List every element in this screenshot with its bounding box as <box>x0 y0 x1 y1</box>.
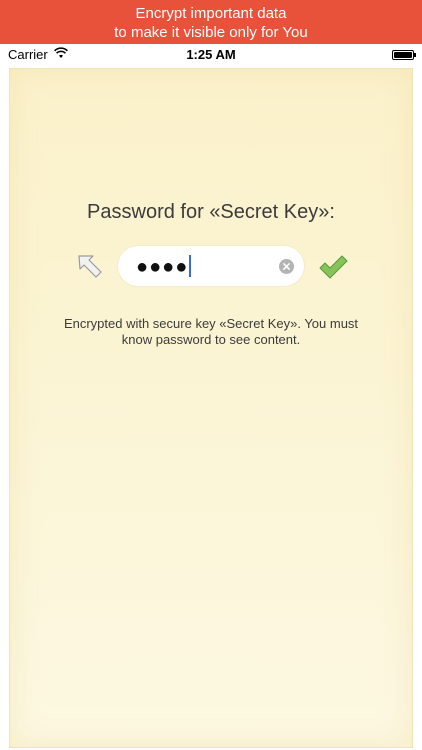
checkmark-icon <box>319 255 348 279</box>
status-bar: Carrier 1:25 AM <box>0 44 422 66</box>
clear-circle-icon <box>283 263 290 270</box>
back-button[interactable] <box>76 253 104 281</box>
clear-text-button[interactable] <box>279 259 294 274</box>
battery-icon <box>392 50 416 60</box>
text-caret <box>189 255 192 277</box>
confirm-password-button[interactable] <box>318 253 348 281</box>
password-input-value[interactable]: ●●●● <box>136 255 192 279</box>
promo-line-2: to make it visible only for You <box>114 24 308 41</box>
promo-banner: Encrypt important data to make it visibl… <box>0 0 422 44</box>
promo-line-1: Encrypt important data <box>135 5 287 22</box>
clock: 1:25 AM <box>186 47 236 62</box>
encryption-info-text: Encrypted with secure key «Secret Key». … <box>63 316 359 347</box>
arrow-up-left-icon <box>78 255 102 278</box>
paper-background <box>9 68 413 748</box>
password-field[interactable]: ●●●● <box>118 246 304 286</box>
password-prompt-title: Password for «Secret Key»: <box>87 201 335 223</box>
